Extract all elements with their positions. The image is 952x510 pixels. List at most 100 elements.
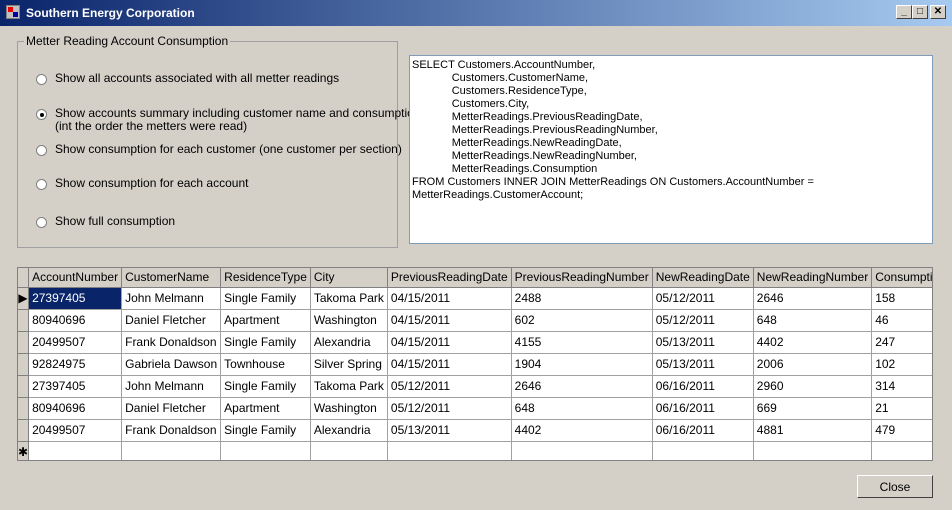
- table-cell[interactable]: Single Family: [220, 419, 311, 442]
- table-cell[interactable]: 4402: [511, 419, 653, 442]
- table-row[interactable]: 80940696 Daniel Fletcher Apartment Washi…: [18, 309, 932, 332]
- table-cell[interactable]: 27397405: [28, 287, 123, 310]
- table-cell[interactable]: Daniel Fletcher: [121, 397, 222, 420]
- table-cell[interactable]: Washington: [310, 309, 388, 332]
- column-header-consumption[interactable]: Consumption: [871, 268, 932, 288]
- table-row[interactable]: 20499507 Frank Donaldson Single Family A…: [18, 419, 932, 442]
- table-cell[interactable]: 648: [753, 309, 873, 332]
- table-row[interactable]: 80940696 Daniel Fletcher Apartment Washi…: [18, 397, 932, 420]
- table-cell[interactable]: 102: [871, 353, 932, 376]
- table-cell[interactable]: Apartment: [220, 309, 311, 332]
- table-cell[interactable]: 05/12/2011: [652, 309, 754, 332]
- column-header-residence-type[interactable]: ResidenceType: [220, 268, 311, 288]
- column-header-previous-reading-date[interactable]: PreviousReadingDate: [387, 268, 512, 288]
- minimize-button[interactable]: _: [896, 5, 912, 19]
- corner-header[interactable]: [18, 268, 30, 288]
- current-row-indicator-icon[interactable]: ▶: [18, 287, 30, 310]
- table-cell[interactable]: 314: [871, 375, 932, 398]
- table-cell[interactable]: Silver Spring: [310, 353, 388, 376]
- table-cell[interactable]: 158: [871, 287, 932, 310]
- table-cell[interactable]: 05/13/2011: [652, 331, 754, 354]
- title-bar[interactable]: Southern Energy Corporation _ □ ✕: [0, 0, 952, 26]
- radio-button[interactable]: [36, 109, 47, 120]
- column-header-previous-reading-number[interactable]: PreviousReadingNumber: [511, 268, 653, 288]
- table-row[interactable]: ▶ 27397405 John Melmann Single Family Ta…: [18, 287, 932, 310]
- table-cell[interactable]: John Melmann: [121, 287, 222, 310]
- table-cell[interactable]: 80940696: [28, 309, 123, 332]
- table-cell[interactable]: 669: [753, 397, 873, 420]
- table-cell[interactable]: 648: [511, 397, 653, 420]
- table-cell[interactable]: Single Family: [220, 331, 311, 354]
- row-header[interactable]: [18, 375, 30, 398]
- radio-button[interactable]: [36, 217, 47, 228]
- table-cell[interactable]: 2646: [753, 287, 873, 310]
- table-cell[interactable]: 05/12/2011: [387, 397, 512, 420]
- table-cell[interactable]: 05/13/2011: [652, 353, 754, 376]
- table-cell[interactable]: Townhouse: [220, 353, 311, 376]
- table-cell[interactable]: 04/15/2011: [387, 287, 512, 310]
- table-cell[interactable]: Gabriela Dawson: [121, 353, 222, 376]
- table-cell[interactable]: 27397405: [28, 375, 123, 398]
- table-cell[interactable]: [871, 441, 932, 460]
- table-cell[interactable]: [220, 441, 311, 460]
- radio-button[interactable]: [36, 145, 47, 156]
- close-button[interactable]: Close: [857, 475, 933, 498]
- table-cell[interactable]: [310, 441, 388, 460]
- sql-query-textbox[interactable]: SELECT Customers.AccountNumber, Customer…: [409, 55, 933, 244]
- table-cell[interactable]: 2646: [511, 375, 653, 398]
- maximize-button[interactable]: □: [912, 5, 928, 19]
- table-cell[interactable]: Frank Donaldson: [121, 331, 222, 354]
- table-cell[interactable]: 20499507: [28, 331, 123, 354]
- table-cell[interactable]: John Melmann: [121, 375, 222, 398]
- table-cell[interactable]: Takoma Park: [310, 287, 388, 310]
- table-cell[interactable]: [121, 441, 222, 460]
- table-cell[interactable]: 2488: [511, 287, 653, 310]
- table-cell[interactable]: 602: [511, 309, 653, 332]
- table-cell[interactable]: 04/15/2011: [387, 309, 512, 332]
- table-cell[interactable]: Washington: [310, 397, 388, 420]
- table-cell[interactable]: 20499507: [28, 419, 123, 442]
- table-cell[interactable]: 247: [871, 331, 932, 354]
- table-cell[interactable]: 1904: [511, 353, 653, 376]
- table-cell[interactable]: 80940696: [28, 397, 123, 420]
- table-cell[interactable]: [753, 441, 873, 460]
- table-cell[interactable]: 06/16/2011: [652, 419, 754, 442]
- new-row[interactable]: ✱: [18, 441, 932, 460]
- table-cell[interactable]: Takoma Park: [310, 375, 388, 398]
- radio-button[interactable]: [36, 179, 47, 190]
- table-cell[interactable]: [28, 441, 123, 460]
- table-row[interactable]: 20499507 Frank Donaldson Single Family A…: [18, 331, 932, 354]
- row-header[interactable]: [18, 309, 30, 332]
- column-header-city[interactable]: City: [310, 268, 388, 288]
- table-cell[interactable]: Daniel Fletcher: [121, 309, 222, 332]
- table-cell[interactable]: Single Family: [220, 375, 311, 398]
- table-row[interactable]: 27397405 John Melmann Single Family Tako…: [18, 375, 932, 398]
- table-cell[interactable]: Frank Donaldson: [121, 419, 222, 442]
- table-cell[interactable]: Alexandria: [310, 419, 388, 442]
- table-cell[interactable]: 46: [871, 309, 932, 332]
- row-header[interactable]: [18, 353, 30, 376]
- column-header-new-reading-date[interactable]: NewReadingDate: [652, 268, 754, 288]
- close-window-button[interactable]: ✕: [930, 5, 946, 19]
- radio-button[interactable]: [36, 74, 47, 85]
- table-cell[interactable]: Alexandria: [310, 331, 388, 354]
- table-cell[interactable]: 4881: [753, 419, 873, 442]
- table-cell[interactable]: 04/15/2011: [387, 353, 512, 376]
- table-cell[interactable]: 06/16/2011: [652, 375, 754, 398]
- table-cell[interactable]: 05/12/2011: [652, 287, 754, 310]
- row-header[interactable]: [18, 419, 30, 442]
- table-cell[interactable]: Single Family: [220, 287, 311, 310]
- table-cell[interactable]: 05/12/2011: [387, 375, 512, 398]
- table-cell[interactable]: 05/13/2011: [387, 419, 512, 442]
- new-row-asterisk-icon[interactable]: ✱: [18, 441, 30, 460]
- column-header-customer-name[interactable]: CustomerName: [121, 268, 222, 288]
- table-cell[interactable]: 06/16/2011: [652, 397, 754, 420]
- row-header[interactable]: [18, 331, 30, 354]
- table-cell[interactable]: [387, 441, 512, 460]
- table-cell[interactable]: 2960: [753, 375, 873, 398]
- table-cell[interactable]: 4402: [753, 331, 873, 354]
- table-cell[interactable]: 04/15/2011: [387, 331, 512, 354]
- row-header[interactable]: [18, 397, 30, 420]
- table-cell[interactable]: Apartment: [220, 397, 311, 420]
- results-data-grid[interactable]: AccountNumber CustomerName ResidenceType…: [17, 267, 933, 461]
